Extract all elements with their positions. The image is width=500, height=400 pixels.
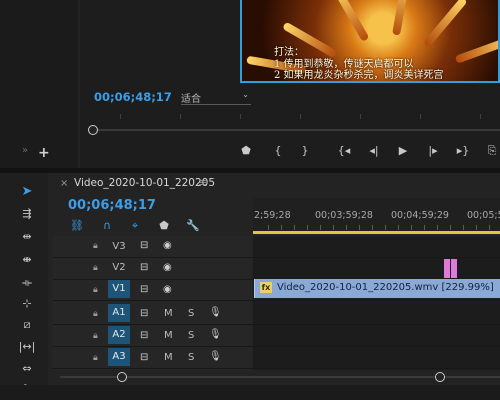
close-tab-icon[interactable]: ×: [60, 178, 68, 189]
nest-toggle-icon[interactable]: ⛓: [70, 219, 84, 233]
solo-button[interactable]: S: [188, 330, 194, 341]
solo-button[interactable]: S: [188, 308, 194, 319]
go-to-out-icon[interactable]: ▸}: [455, 144, 471, 157]
subtitle-line: 2 如果用龙炎杂秒杀完，调炎美详死宫: [274, 70, 444, 81]
ruler-label: 00;04;59;29: [391, 210, 449, 221]
track-name-a3[interactable]: A3: [108, 348, 130, 366]
mute-button[interactable]: M: [164, 352, 173, 363]
clip-v3[interactable]: [451, 259, 457, 278]
lock-icon[interactable]: 🔒︎: [93, 241, 98, 251]
mark-in-icon[interactable]: {: [270, 144, 286, 157]
ruler-label: 00;03;59;28: [315, 210, 373, 221]
snap-magnet-icon[interactable]: ∩: [100, 219, 114, 233]
program-video-frame[interactable]: 打法： 1 传用到恭敬，传谜天启都可以 2 如果用龙炎杂秒杀完，调炎美详死宫: [240, 0, 500, 83]
clip-v3[interactable]: [444, 259, 450, 278]
microphone-icon[interactable]: 🎙︎: [209, 307, 222, 318]
add-marker-icon[interactable]: ⬟: [238, 144, 254, 157]
eye-icon[interactable]: ◉: [163, 262, 172, 273]
monitor-scrubber[interactable]: [88, 125, 500, 135]
lock-icon[interactable]: 🔒︎: [93, 331, 98, 341]
add-marker-icon[interactable]: ⬟: [157, 219, 171, 233]
timeline-timecode[interactable]: 00;06;48;17: [68, 198, 156, 213]
divider: [181, 104, 251, 105]
slide-tool-icon[interactable]: ⇔: [18, 362, 36, 378]
step-forward-icon[interactable]: |▸: [425, 144, 441, 157]
track-select-tool-icon[interactable]: ⇶: [18, 207, 36, 223]
status-bar: [0, 385, 500, 400]
fx-badge-icon: fx: [260, 282, 272, 293]
play-icon[interactable]: ▶: [395, 144, 411, 157]
step-back-icon[interactable]: ◂|: [366, 144, 382, 157]
ripple-edit-tool-icon[interactable]: ⇹: [18, 230, 36, 246]
timeline-zoom-scrollbar[interactable]: [60, 372, 500, 382]
razor-select-tool-icon[interactable]: ⊹: [18, 297, 36, 313]
program-timecode[interactable]: 00;06;48;17: [94, 90, 172, 104]
add-button-icon[interactable]: +: [38, 145, 50, 161]
microphone-icon[interactable]: 🎙︎: [209, 351, 222, 362]
sync-lock-icon[interactable]: ⊟: [140, 352, 148, 363]
sync-lock-icon[interactable]: ⊟: [140, 240, 148, 251]
slip-tool-icon[interactable]: |↔|: [18, 340, 36, 356]
playhead-handle[interactable]: [88, 125, 98, 135]
scroll-handle-left[interactable]: [117, 372, 127, 382]
razor-tool-icon[interactable]: ⧄: [18, 318, 36, 334]
mute-button[interactable]: M: [164, 330, 173, 341]
track-name-v1[interactable]: V1: [108, 280, 130, 298]
work-area-bar[interactable]: [253, 231, 500, 234]
linked-selection-icon[interactable]: ⌖: [128, 219, 142, 233]
lock-icon[interactable]: 🔒︎: [93, 285, 98, 295]
sync-lock-icon[interactable]: ⊟: [140, 308, 148, 319]
expand-chevrons-icon[interactable]: »: [22, 145, 28, 156]
rolling-edit-tool-icon[interactable]: ⇼: [18, 253, 36, 269]
mark-out-icon[interactable]: }: [297, 144, 313, 157]
eye-icon[interactable]: ◉: [163, 240, 172, 251]
sync-lock-icon[interactable]: ⊟: [140, 284, 148, 295]
eye-icon[interactable]: ◉: [163, 284, 172, 295]
microphone-icon[interactable]: 🎙︎: [209, 329, 222, 340]
track-name-a2[interactable]: A2: [108, 326, 130, 344]
timeline-settings-wrench-icon[interactable]: 🔧: [186, 219, 200, 233]
sync-lock-icon[interactable]: ⊟: [140, 262, 148, 273]
scroll-handle-right[interactable]: [435, 372, 445, 382]
sync-lock-icon[interactable]: ⊟: [140, 330, 148, 341]
clip-v1[interactable]: fx Video_2020-10-01_220205.wmv [229.99%]: [254, 279, 500, 298]
ruler-label: 2;59;28: [254, 210, 291, 221]
panel-menu-icon[interactable]: ≡: [198, 176, 207, 189]
insert-icon[interactable]: ⎘: [484, 144, 500, 158]
lock-icon[interactable]: 🔒︎: [93, 353, 98, 363]
track-name-v2[interactable]: V2: [108, 259, 130, 277]
selection-tool-icon[interactable]: ➤: [18, 184, 36, 200]
solo-button[interactable]: S: [188, 352, 194, 363]
lock-icon[interactable]: 🔒︎: [93, 309, 98, 319]
rate-stretch-tool-icon[interactable]: ⟛: [18, 276, 36, 292]
sequence-tab[interactable]: Video_2020-10-01_220205: [74, 177, 215, 189]
chevron-down-icon: ⌄: [242, 90, 249, 99]
mute-button[interactable]: M: [164, 308, 173, 319]
zoom-fit-select[interactable]: 适合 ⌄: [181, 90, 251, 105]
lock-icon[interactable]: 🔒︎: [93, 263, 98, 273]
project-panel: [0, 0, 78, 168]
clip-label: Video_2020-10-01_220205.wmv [229.99%]: [277, 282, 494, 293]
go-to-in-icon[interactable]: {◂: [336, 144, 352, 157]
track-name-a1[interactable]: A1: [108, 304, 130, 322]
ruler-label: 00;05;5: [467, 210, 500, 221]
track-name-v3[interactable]: V3: [108, 238, 130, 256]
